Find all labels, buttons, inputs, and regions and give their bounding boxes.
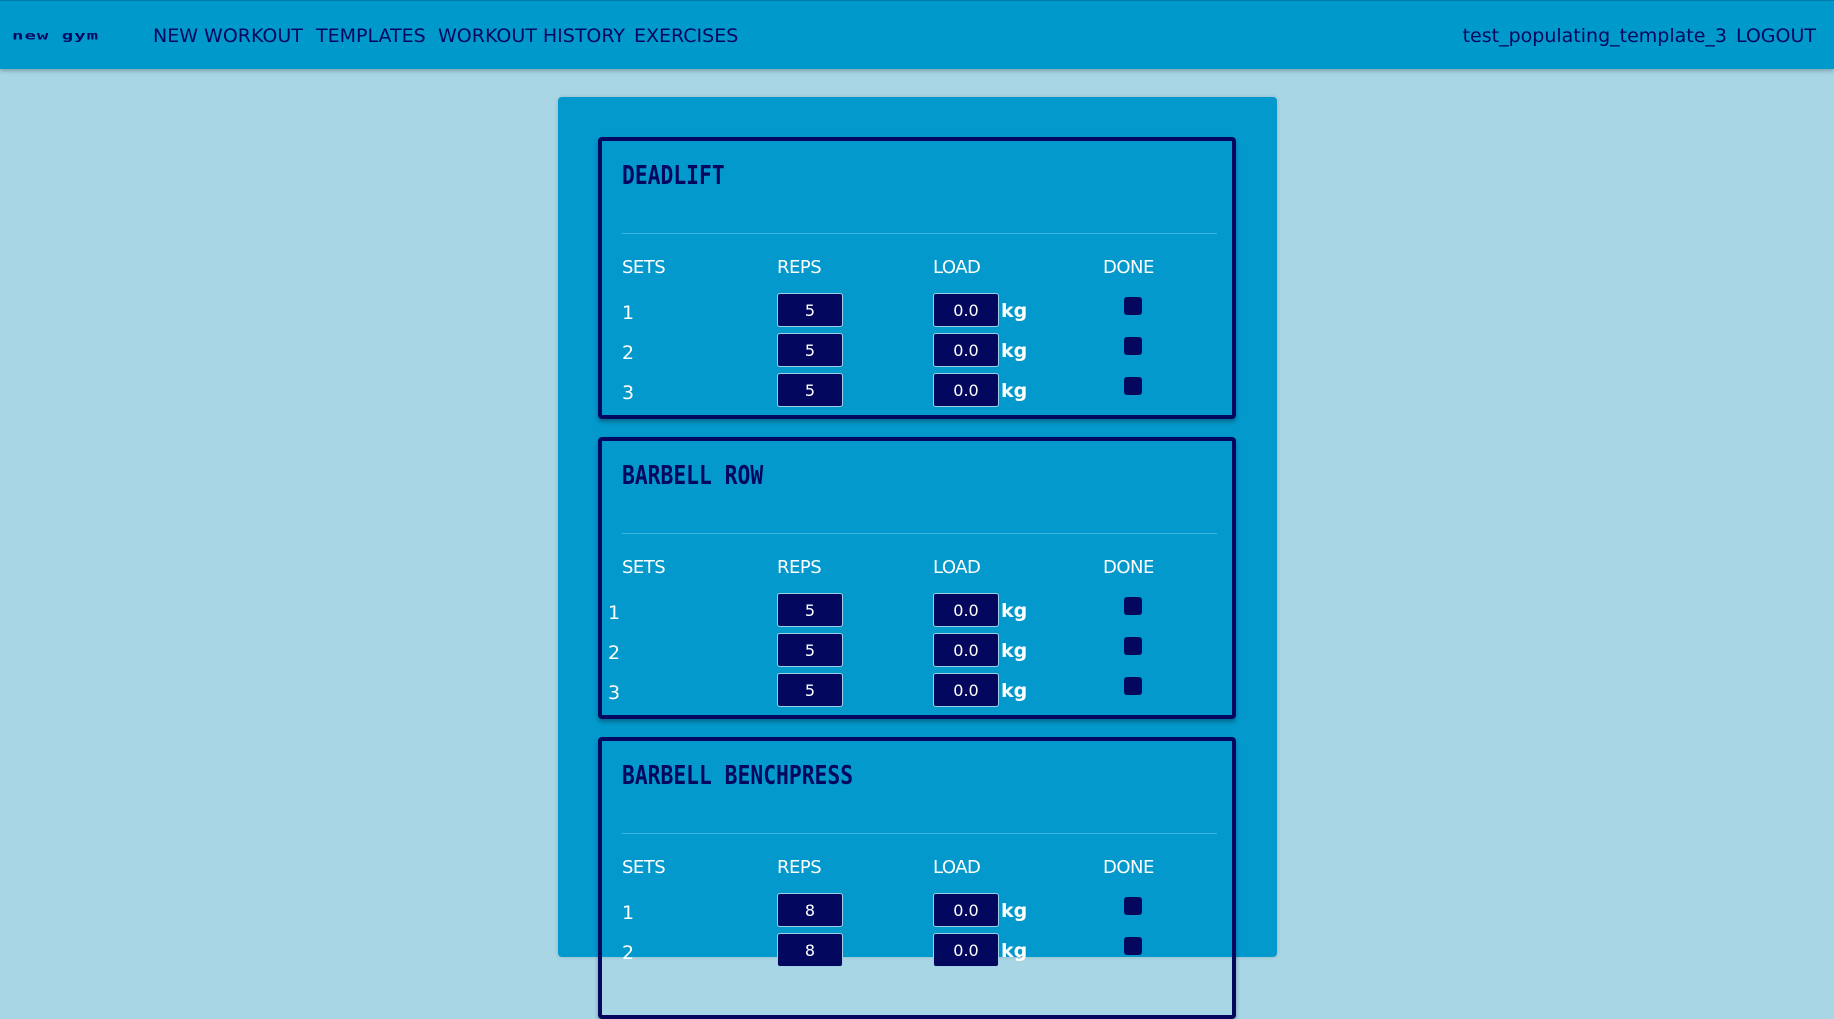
exercise-title: BARBELL ROW — [622, 461, 764, 491]
reps-input[interactable] — [777, 333, 843, 367]
divider — [622, 233, 1217, 234]
set-number: 2 — [622, 342, 635, 364]
column-header-load: LOAD — [933, 257, 981, 278]
unit-label: kg — [1001, 680, 1028, 702]
column-header-sets: SETS — [622, 257, 666, 278]
nav-exercises[interactable]: EXERCISES — [634, 25, 738, 47]
load-input[interactable] — [933, 933, 999, 967]
workout-card: DEADLIFT SETS REPS LOAD DONE 1 kg 2 kg 3… — [558, 97, 1277, 1019]
set-number: 1 — [622, 302, 635, 324]
unit-label: kg — [1001, 380, 1028, 402]
unit-label: kg — [1001, 900, 1028, 922]
load-input[interactable] — [933, 293, 999, 327]
column-header-load: LOAD — [933, 857, 981, 878]
unit-label: kg — [1001, 600, 1028, 622]
done-checkbox[interactable] — [1124, 897, 1142, 915]
column-header-reps: REPS — [777, 257, 822, 278]
set-number: 2 — [622, 942, 635, 964]
exercise-title: BARBELL BENCHPRESS — [622, 761, 854, 791]
load-input[interactable] — [933, 673, 999, 707]
column-header-sets: SETS — [622, 857, 666, 878]
column-header-sets: SETS — [622, 557, 666, 578]
set-number: 1 — [622, 902, 635, 924]
done-checkbox[interactable] — [1124, 377, 1142, 395]
unit-label: kg — [1001, 340, 1028, 362]
reps-input[interactable] — [777, 633, 843, 667]
reps-input[interactable] — [777, 893, 843, 927]
column-header-done: DONE — [1103, 857, 1154, 878]
exercise-title: DEADLIFT — [622, 161, 725, 191]
set-number: 3 — [608, 682, 621, 704]
reps-input[interactable] — [777, 593, 843, 627]
brand-logo[interactable]: new gym — [12, 29, 99, 43]
unit-label: kg — [1001, 940, 1028, 962]
done-checkbox[interactable] — [1124, 337, 1142, 355]
nav-workout-history[interactable]: WORKOUT HISTORY — [438, 25, 625, 47]
column-header-done: DONE — [1103, 557, 1154, 578]
load-input[interactable] — [933, 373, 999, 407]
unit-label: kg — [1001, 640, 1028, 662]
set-number: 1 — [608, 602, 621, 624]
reps-input[interactable] — [777, 673, 843, 707]
load-input[interactable] — [933, 633, 999, 667]
done-checkbox[interactable] — [1124, 637, 1142, 655]
set-number: 3 — [622, 382, 635, 404]
exercise-card-barbell-benchpress: BARBELL BENCHPRESS SETS REPS LOAD DONE 1… — [598, 737, 1236, 1019]
nav-new-workout[interactable]: NEW WORKOUT — [153, 25, 303, 47]
column-header-load: LOAD — [933, 557, 981, 578]
divider — [622, 833, 1217, 834]
load-input[interactable] — [933, 893, 999, 927]
divider — [622, 533, 1217, 534]
logout-link[interactable]: LOGOUT — [1736, 25, 1816, 47]
exercise-card-deadlift: DEADLIFT SETS REPS LOAD DONE 1 kg 2 kg 3… — [598, 137, 1236, 419]
nav-templates[interactable]: TEMPLATES — [316, 25, 426, 47]
unit-label: kg — [1001, 300, 1028, 322]
column-header-done: DONE — [1103, 257, 1154, 278]
reps-input[interactable] — [777, 933, 843, 967]
set-number: 2 — [608, 642, 621, 664]
navbar: new gym NEW WORKOUT TEMPLATES WORKOUT HI… — [0, 0, 1834, 69]
done-checkbox[interactable] — [1124, 597, 1142, 615]
nav-username[interactable]: test_populating_template_3 — [1463, 25, 1727, 47]
reps-input[interactable] — [777, 373, 843, 407]
done-checkbox[interactable] — [1124, 937, 1142, 955]
column-header-reps: REPS — [777, 557, 822, 578]
done-checkbox[interactable] — [1124, 297, 1142, 315]
reps-input[interactable] — [777, 293, 843, 327]
load-input[interactable] — [933, 333, 999, 367]
done-checkbox[interactable] — [1124, 677, 1142, 695]
exercise-card-barbell-row: BARBELL ROW SETS REPS LOAD DONE 1 kg 2 k… — [598, 437, 1236, 719]
load-input[interactable] — [933, 593, 999, 627]
column-header-reps: REPS — [777, 857, 822, 878]
